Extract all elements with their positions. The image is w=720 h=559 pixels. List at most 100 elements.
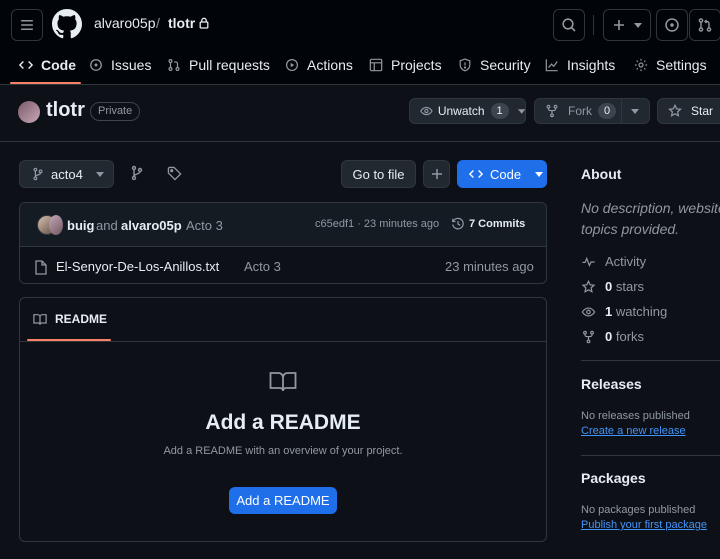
packages-empty: No packages published (581, 504, 696, 516)
readme-panel: README Add a README Add a README with an… (19, 297, 547, 542)
stars-count: 0 (605, 279, 613, 294)
stars-link[interactable]: 0 stars (581, 279, 644, 294)
watch-count: 1 (490, 103, 509, 119)
issues-button[interactable] (656, 9, 688, 41)
readme-empty-title: Add a README (205, 411, 361, 434)
about-description-line2: topics provided. (581, 221, 680, 237)
tab-settings[interactable]: Settings (634, 54, 707, 76)
stars-label: stars (615, 279, 645, 294)
releases-empty: No releases published (581, 410, 690, 422)
tab-security[interactable]: Security (458, 54, 531, 76)
code-dropdown-button[interactable]: Code (457, 160, 547, 188)
commit-message[interactable]: Acto 3 (186, 218, 223, 233)
breadcrumb-owner[interactable]: alvaro05p (94, 15, 156, 31)
sidebar-divider (581, 360, 720, 361)
pull-requests-button[interactable] (689, 9, 720, 41)
commit-author[interactable]: buig (67, 218, 94, 233)
add-file-button[interactable] (423, 160, 450, 188)
commit-hash-time[interactable]: c65edf1 · 23 minutes ago (315, 218, 439, 230)
tab-actions[interactable]: Actions (285, 54, 353, 76)
fork-button[interactable]: Fork 0 (534, 98, 650, 124)
hamburger-icon (21, 20, 33, 30)
go-to-file-button[interactable]: Go to file (341, 160, 416, 188)
star-icon (581, 279, 596, 293)
menu-button[interactable] (11, 9, 43, 41)
watching-link[interactable]: 1 watching (581, 304, 667, 319)
triangle-down-icon (95, 171, 104, 177)
tab-label: Projects (391, 57, 442, 73)
repo-owner-avatar[interactable] (18, 101, 40, 123)
tab-label: Insights (567, 57, 616, 73)
about-description-line1: No description, website (581, 200, 720, 216)
commit-coauthor[interactable]: alvaro05p (121, 218, 182, 233)
play-icon (285, 58, 299, 72)
triangle-down-icon (517, 108, 525, 114)
readme-tab-underline (27, 339, 111, 341)
publish-package-link[interactable]: Publish your first package (581, 519, 707, 531)
forks-link[interactable]: 0 forks (581, 329, 644, 344)
code-icon (469, 170, 483, 178)
branch-name: acto4 (51, 166, 83, 182)
tab-label: Pull requests (189, 57, 270, 73)
tags-button[interactable] (167, 166, 182, 181)
header-divider (593, 15, 594, 35)
branch-selector[interactable]: acto4 (19, 160, 114, 188)
graph-icon (545, 59, 558, 72)
tab-code[interactable]: Code (19, 54, 76, 76)
sidebar-divider (581, 455, 720, 456)
git-pull-request-icon (698, 18, 712, 32)
activity-label: Activity (605, 254, 647, 269)
git-branch-icon (33, 167, 43, 181)
eye-icon (581, 306, 596, 317)
tab-label: Security (480, 57, 531, 73)
branches-button[interactable] (130, 165, 144, 181)
tab-label: Code (41, 57, 76, 73)
star-label: Star (691, 104, 714, 118)
history-icon (452, 217, 464, 230)
repo-forked-icon (546, 104, 558, 118)
triangle-down-icon (535, 171, 544, 177)
releases-title[interactable]: Releases (581, 376, 642, 392)
about-title: About (581, 166, 622, 182)
packages-title[interactable]: Packages (581, 470, 646, 486)
file-name[interactable]: El-Senyor-De-Los-Anillos.txt (56, 259, 219, 274)
tab-insights[interactable]: Insights (545, 54, 615, 76)
table-icon (369, 58, 383, 72)
gear-icon (634, 58, 648, 72)
breadcrumb-separator: / (156, 15, 160, 31)
repo-name[interactable]: tlotr (46, 99, 85, 122)
unwatch-button[interactable]: Unwatch 1 (409, 98, 526, 124)
table-row[interactable]: El-Senyor-De-Los-Anillos.txt Acto 3 23 m… (20, 247, 546, 284)
pull-request-icon (168, 59, 180, 71)
issue-icon (90, 59, 102, 71)
readme-tab-label: README (55, 312, 108, 326)
create-release-link[interactable]: Create a new release (581, 425, 686, 437)
watching-count: 1 (605, 304, 613, 319)
eye-icon (420, 106, 433, 116)
issue-opened-icon (665, 18, 679, 32)
github-logo-icon[interactable] (52, 9, 82, 39)
breadcrumb-repo[interactable]: tlotr (168, 15, 195, 31)
create-new-button[interactable] (603, 9, 651, 41)
star-icon (668, 104, 682, 117)
activity-link[interactable]: Activity (581, 254, 646, 269)
tab-issues[interactable]: Issues (89, 54, 151, 76)
triangle-down-icon[interactable] (631, 109, 639, 114)
tab-pull-requests[interactable]: Pull requests (167, 54, 270, 76)
add-readme-button[interactable]: Add a README (229, 487, 337, 514)
git-branch-icon (131, 165, 143, 181)
tab-projects[interactable]: Projects (369, 54, 442, 76)
commit-and: and (96, 218, 118, 233)
file-commit-message[interactable]: Acto 3 (244, 259, 281, 274)
star-button[interactable]: Star (657, 98, 720, 124)
readme-tab[interactable]: README (33, 312, 107, 326)
visibility-badge: Private (90, 102, 141, 121)
file-icon (35, 260, 47, 275)
search-button[interactable] (553, 9, 585, 41)
commits-link[interactable]: 7 Commits (451, 217, 525, 231)
tab-label: Actions (307, 57, 353, 73)
readme-empty-description: Add a README with an overview of your pr… (163, 445, 403, 457)
avatar[interactable] (49, 215, 63, 235)
readme-divider (20, 341, 546, 342)
search-icon (562, 18, 576, 32)
